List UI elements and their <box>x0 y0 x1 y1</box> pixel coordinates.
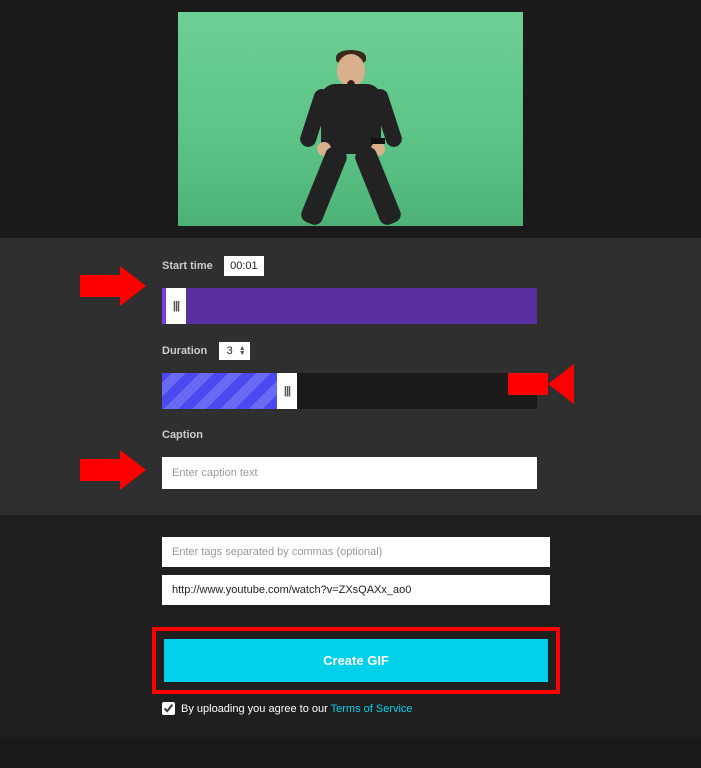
terms-agree-checkbox[interactable] <box>162 702 175 715</box>
caption-label: Caption <box>162 429 203 441</box>
start-time-handle[interactable]: ||| <box>166 288 186 324</box>
duration-label: Duration <box>162 345 207 357</box>
duration-handle[interactable]: ||| <box>277 373 297 409</box>
greenscreen-figure <box>291 46 411 226</box>
start-time-label: Start time <box>162 260 213 272</box>
stepper-carets-icon[interactable]: ▲▼ <box>239 346 246 356</box>
video-preview-area <box>0 0 701 238</box>
source-url-input[interactable] <box>162 575 550 605</box>
video-preview-frame <box>178 12 523 226</box>
tags-input[interactable] <box>162 537 550 567</box>
start-time-value[interactable]: 00:01 <box>224 256 264 276</box>
create-gif-button[interactable]: Create GIF <box>164 639 548 682</box>
terms-agree-text: By uploading you agree to our <box>181 703 328 715</box>
caption-input[interactable] <box>162 457 537 489</box>
annotation-highlight-create: Create GIF <box>152 627 560 694</box>
start-time-track[interactable]: ||| <box>162 288 537 324</box>
duration-value: 3 <box>227 345 233 357</box>
duration-stepper[interactable]: 3 ▲▼ <box>219 342 250 360</box>
duration-track[interactable]: ||| <box>162 373 537 409</box>
terms-link[interactable]: Terms of Service <box>331 703 413 715</box>
terms-agree-row[interactable]: By uploading you agree to our Terms of S… <box>162 702 550 715</box>
